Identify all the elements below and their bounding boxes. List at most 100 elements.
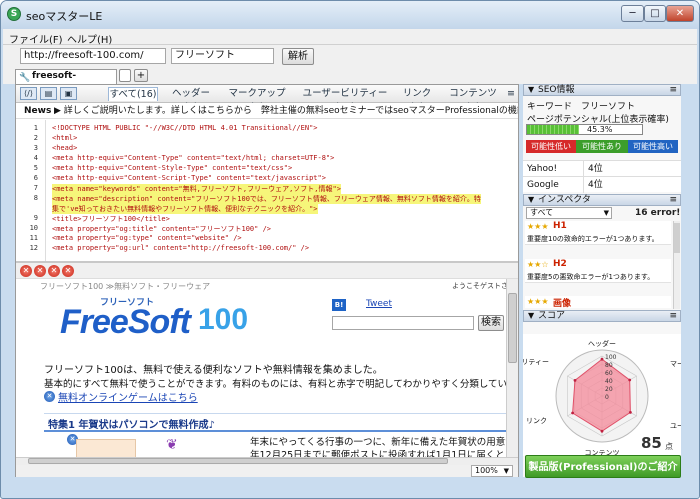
code-line: <meta property="og:type" content="websit… (52, 234, 242, 242)
info-marker-icon[interactable]: ✕ (44, 391, 55, 402)
inspector-header[interactable]: ▼ インスペクタ ≡ (523, 194, 681, 206)
radar-axis-label: ユーザビリティー (670, 421, 681, 430)
minimize-button[interactable]: ─ (621, 5, 644, 22)
app-icon: S (7, 7, 21, 21)
tab-markup[interactable]: マークアップ(7) (226, 87, 288, 113)
radar-point (629, 411, 632, 414)
error-marker-icon[interactable]: ✕ (20, 265, 32, 277)
score-value: 85 (641, 434, 662, 452)
split-view-icon[interactable]: ▤ (40, 87, 57, 100)
score-header[interactable]: ▼ スコア ≡ (523, 310, 681, 322)
feature-thumbnail[interactable] (76, 439, 136, 457)
rank-row-yahoo: Yahoo! 4位 (523, 160, 681, 177)
menu-file[interactable]: ファイル(F) (9, 31, 63, 46)
radar-point (600, 357, 604, 361)
professional-intro-button[interactable]: 製品版(Professional)のご紹介 (525, 455, 681, 478)
potential-progress-fill (527, 125, 580, 134)
document-tab[interactable]: 🔧 freesoft-100.com/ (15, 69, 117, 94)
intro-line-2: 基本的にすべて無料で使うことができます。有料のものには、有料と赤字で明記してわか… (44, 379, 506, 390)
preview-view-icon[interactable]: ▣ (60, 87, 77, 100)
url-input[interactable]: http://freesoft-100.com/ (20, 48, 166, 64)
maximize-button[interactable]: □ (644, 5, 666, 22)
tweet-link[interactable]: Tweet (366, 299, 392, 309)
inspector-scrollbar[interactable] (673, 221, 680, 309)
radar-tick-label: 100 (605, 354, 617, 361)
site-search-input[interactable] (332, 316, 474, 330)
error-count: 16 error! (635, 208, 681, 218)
new-tab-button[interactable]: + (134, 69, 148, 82)
score-radar-chart: 100806040200ヘッダーマークアップユーザビリティーコンテンツリンクオー… (500, 334, 699, 457)
preview-breadcrumb[interactable]: フリーソフト100 ≫無料ソフト・フリーウェア (40, 281, 210, 292)
tab-checkbox[interactable] (119, 69, 131, 82)
inspector-filter-select[interactable]: すべて ▼ (526, 207, 612, 219)
inspector-item[interactable]: ★★☆ H2 重要度5の悪致命エラーが1つあります。 (525, 259, 671, 283)
logo-main-text: FreeSoft (60, 303, 191, 341)
logo-number-text: 100 (198, 303, 249, 336)
radar-tick-label: 80 (605, 362, 613, 369)
inspector-item[interactable]: ★★★ 画像 (525, 296, 671, 309)
inspector-item-tag: 画像 (553, 299, 572, 309)
panel-menu-icon[interactable]: ≡ (669, 195, 677, 205)
news-text[interactable]: ▶ 詳しくご説明いたします。詳しくはこちらから 弊社主催の無料seoセミナーでは… (54, 103, 518, 118)
page-preview[interactable]: フリーソフト100 ≫無料ソフト・フリーウェア ようこそゲストさ フリーソフト … (16, 279, 506, 457)
high-chance-segment: 可能性高い (628, 140, 678, 153)
error-marker-icon[interactable]: ✕ (62, 265, 74, 277)
scroll-thumb[interactable] (674, 223, 680, 253)
code-line-highlighted: <meta name="keywords" content="無料,フリーソフト… (52, 184, 341, 194)
tab-header[interactable]: ヘッダー(3) (166, 87, 216, 113)
tab-links[interactable]: リンク(0) (397, 87, 437, 113)
tab-all[interactable]: すべて(16) (108, 87, 158, 101)
hscroll-thumb[interactable] (28, 458, 448, 464)
preview-horizontal-scrollbar[interactable] (16, 457, 518, 465)
inspector-item-text: 重要度5の悪致命エラーが1つあります。 (527, 273, 655, 281)
radar-tick-label: 0 (605, 394, 609, 401)
scroll-thumb[interactable] (508, 293, 517, 363)
low-chance-segment: 可能性低い (526, 140, 576, 153)
source-view-icon[interactable]: ⟨/⟩ (20, 87, 37, 100)
keyword-input[interactable]: フリーソフト (171, 48, 274, 64)
inspector-item[interactable]: ★★★ H1 重要度10の致命的エラーが1つあります。 (525, 221, 671, 245)
free-games-link[interactable]: 無料オンラインゲームはこちら (58, 389, 198, 404)
tab-contents[interactable]: コンテンツ(0) (443, 87, 503, 113)
panel-menu-icon[interactable]: ≡ (669, 311, 677, 321)
preview-toolbar: ✕ ✕ ✕ ✕ (16, 263, 518, 279)
site-logo[interactable]: フリーソフト FreeSoft 100 (60, 293, 270, 353)
seo-info-header[interactable]: ▼ SEO情報 ≡ (523, 84, 681, 96)
panel-menu-icon[interactable]: ≡ (669, 85, 677, 95)
code-line: <html> (52, 134, 78, 142)
side-panel: ▼ SEO情報 ≡ キーワード フリーソフト ページポテンシャル(上位表示確率)… (500, 84, 699, 477)
main-pane: ⟨/⟩ ▤ ▣ すべて(16) ヘッダー(3) マークアップ(7) ユーザービリ… (15, 84, 519, 477)
rank-row-google: Google 4位 (523, 176, 681, 193)
radar-axis-label: リンク (526, 417, 547, 425)
feature-heading[interactable]: 特集1 年賀状はパソコンで無料作成♪ (48, 416, 215, 431)
preview-vertical-scrollbar[interactable] (506, 279, 518, 457)
error-marker-icon[interactable]: ✕ (34, 265, 46, 277)
analyze-button[interactable]: 解析 (282, 48, 314, 65)
engine-name: Yahoo! (527, 164, 558, 174)
radar-point (628, 378, 632, 382)
keyword-value: フリーソフト (581, 102, 636, 112)
line-gutter: 1 2 3 4 5 6 7 8 9 10 11 12 (16, 120, 46, 261)
menu-help[interactable]: ヘルプ(H) (67, 31, 112, 46)
tab-usability[interactable]: ユーザービリティー(10) (299, 87, 391, 113)
radar-point (573, 379, 577, 382)
site-search-button[interactable]: 検索 (478, 315, 504, 331)
close-button[interactable]: ✕ (666, 5, 694, 22)
radar-axis-label: オーソリティー (523, 358, 549, 366)
bookmark-button[interactable]: B! (332, 299, 346, 311)
code-line: <meta http-equiv="Content-Style-Type" co… (52, 164, 293, 172)
article-line-2: 年12月25日までに郵便ポストに投函すれば1月1日に届くとされていま (250, 450, 506, 457)
error-marker-icon[interactable]: ✕ (48, 265, 60, 277)
zoom-value: 100% (475, 466, 498, 475)
source-code-view[interactable]: 1 2 3 4 5 6 7 8 9 10 11 12 <!DOCTYPE HTM… (16, 120, 518, 263)
title-bar: S seoマスターLE ─ □ ✕ (1, 1, 699, 29)
radar-point (600, 429, 604, 433)
toolbar-menu-icon[interactable]: ≡ (505, 87, 517, 101)
zoom-select[interactable]: 100% ▼ (471, 465, 513, 477)
code-line: <title>フリーソフト100</title> (52, 215, 170, 223)
keyword-label: キーワード (527, 102, 573, 112)
severity-stars-icon: ★★☆ (527, 260, 549, 269)
engine-rank: 4位 (583, 177, 603, 193)
window-title: seoマスターLE (26, 10, 103, 23)
radar-tick-label: 20 (605, 386, 613, 393)
